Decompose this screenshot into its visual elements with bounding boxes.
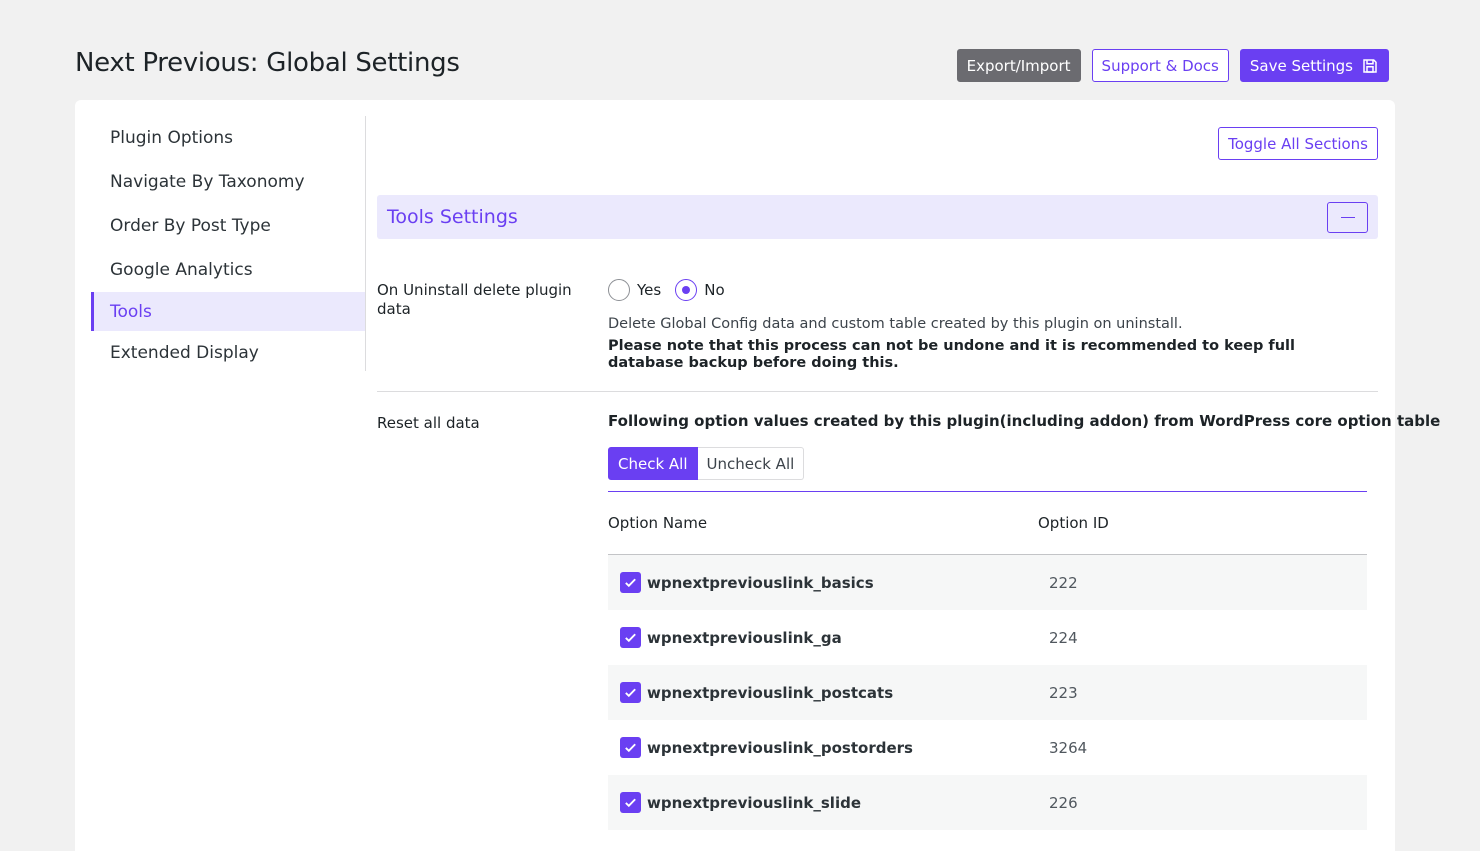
option-name-cell xyxy=(608,837,1038,851)
option-checkbox[interactable] xyxy=(620,572,641,593)
sidebar-item-tools[interactable]: Tools xyxy=(91,292,365,331)
option-name: wpnextpreviouslink_slide xyxy=(647,793,861,812)
column-header-option-id: Option ID xyxy=(1038,514,1109,532)
option-id: 224 xyxy=(1049,628,1078,647)
save-settings-label: Save Settings xyxy=(1249,56,1353,75)
table-row: wpnextpreviouslink_postcats 223 xyxy=(608,665,1367,720)
uninstall-description: Delete Global Config data and custom tab… xyxy=(608,316,1183,332)
check-icon xyxy=(625,633,636,643)
option-table-header: Option Name Option ID xyxy=(608,492,1367,555)
option-table: Option Name Option ID wpnextpreviouslink… xyxy=(608,491,1367,851)
column-header-option-name: Option Name xyxy=(608,514,708,532)
radio-no[interactable] xyxy=(675,279,698,301)
option-name-cell: wpnextpreviouslink_slide xyxy=(608,792,1038,813)
page-title: Next Previous: Global Settings xyxy=(75,48,460,78)
option-name: wpnextpreviouslink_ga xyxy=(647,628,842,647)
option-checkbox[interactable] xyxy=(620,737,641,758)
sidebar-item-plugin-options[interactable]: Plugin Options xyxy=(91,116,365,160)
radio-yes-label: Yes xyxy=(637,281,662,299)
toggle-all-sections-button[interactable]: Toggle All Sections xyxy=(1218,127,1378,160)
radio-no-label: No xyxy=(704,281,725,299)
reset-label: Reset all data xyxy=(377,414,480,432)
sidebar-item-navigate-by-taxonomy[interactable]: Navigate By Taxonomy xyxy=(91,160,365,204)
option-id: 226 xyxy=(1049,793,1078,812)
minus-icon xyxy=(1340,216,1355,219)
table-row-partial xyxy=(608,830,1367,851)
sidebar-item-extended-display[interactable]: Extended Display xyxy=(91,331,365,375)
check-all-button[interactable]: Check All xyxy=(608,447,698,480)
radio-yes[interactable] xyxy=(608,279,630,301)
table-row: wpnextpreviouslink_slide 226 xyxy=(608,775,1367,830)
check-icon xyxy=(625,743,636,753)
reset-note: Following option values created by this … xyxy=(608,412,1441,430)
radio-option-yes[interactable]: Yes xyxy=(608,279,661,301)
check-icon xyxy=(625,688,636,698)
table-row: wpnextpreviouslink_basics 222 xyxy=(608,555,1367,610)
option-name: wpnextpreviouslink_basics xyxy=(647,573,874,592)
option-name-cell: wpnextpreviouslink_basics xyxy=(608,572,1038,593)
check-button-group: Check All Uncheck All xyxy=(608,447,805,480)
top-actions: Export/Import Support & Docs Save Settin… xyxy=(956,49,1389,82)
settings-sidebar: Plugin Options Navigate By Taxonomy Orde… xyxy=(91,116,366,371)
table-row: wpnextpreviouslink_postorders 3264 xyxy=(608,720,1367,775)
check-icon xyxy=(625,578,636,588)
uninstall-label: On Uninstall delete plugin data xyxy=(377,281,572,318)
option-checkbox[interactable] xyxy=(620,682,641,703)
option-id: 222 xyxy=(1049,573,1078,592)
option-name-cell: wpnextpreviouslink_postorders xyxy=(608,737,1038,758)
collapse-section-button[interactable] xyxy=(1327,202,1368,233)
uninstall-radio-group: Yes No xyxy=(608,279,729,301)
option-name: wpnextpreviouslink_postorders xyxy=(647,738,913,757)
option-checkbox[interactable] xyxy=(620,627,641,648)
save-icon xyxy=(1363,58,1377,73)
save-settings-button[interactable]: Save Settings xyxy=(1239,49,1389,82)
radio-option-no[interactable]: No xyxy=(675,279,725,301)
option-name-cell: wpnextpreviouslink_postcats xyxy=(608,682,1038,703)
table-row: wpnextpreviouslink_ga 224 xyxy=(608,610,1367,665)
sidebar-item-google-analytics[interactable]: Google Analytics xyxy=(91,248,365,292)
support-docs-button[interactable]: Support & Docs xyxy=(1091,49,1229,82)
option-id: 3264 xyxy=(1049,738,1088,757)
uninstall-row: On Uninstall delete plugin data Yes No D… xyxy=(377,278,1378,392)
option-id: 223 xyxy=(1049,683,1078,702)
option-name-cell: wpnextpreviouslink_ga xyxy=(608,627,1038,648)
sidebar-item-order-by-post-type[interactable]: Order By Post Type xyxy=(91,204,365,248)
section-header-tools[interactable]: Tools Settings xyxy=(377,195,1378,239)
option-name: wpnextpreviouslink_postcats xyxy=(647,683,894,702)
option-checkbox[interactable] xyxy=(620,792,641,813)
check-icon xyxy=(625,798,636,808)
settings-card: Plugin Options Navigate By Taxonomy Orde… xyxy=(75,100,1440,851)
uninstall-warning: Please note that this process can not be… xyxy=(608,338,1296,371)
option-table-body: wpnextpreviouslink_basics 222 wpnextprev… xyxy=(608,555,1367,851)
uncheck-all-button[interactable]: Uncheck All xyxy=(697,447,805,480)
section-title: Tools Settings xyxy=(387,206,518,228)
export-import-button[interactable]: Export/Import xyxy=(956,49,1081,82)
